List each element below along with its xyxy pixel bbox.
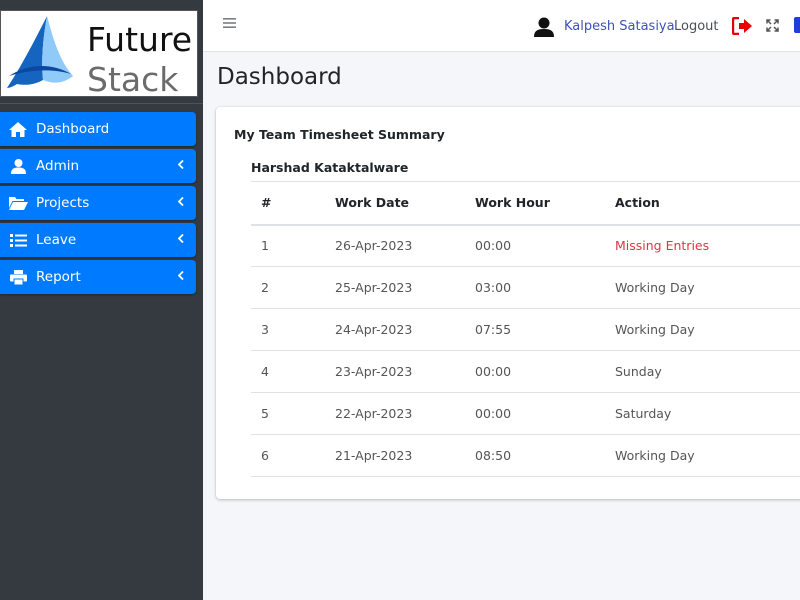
sidebar-divider [0, 103, 203, 104]
sidebar-item-admin[interactable]: Admin [0, 149, 196, 183]
sidebar-item-leave[interactable]: Leave [0, 223, 196, 257]
fullscreen-icon[interactable] [766, 19, 779, 32]
brand-name-line1: Future [87, 20, 193, 59]
row-action: Working Day [605, 308, 800, 351]
column-header-work-hour: Work Hour [465, 181, 605, 226]
sidebar-item-label: Dashboard [36, 121, 110, 137]
future-stack-logo-icon [7, 16, 73, 88]
row-number: 2 [251, 266, 325, 309]
column-header-number: # [251, 181, 325, 226]
column-header-action: Action [605, 181, 800, 226]
card-title: My Team Timesheet Summary [234, 127, 445, 142]
team-member-name: Harshad Kataktalware [251, 160, 409, 175]
table-row: 4 23-Apr-2023 00:00 Sunday [251, 350, 800, 393]
sidebar-item-label: Admin [36, 158, 80, 174]
row-work-hour: 00:00 [465, 224, 605, 267]
row-number: 4 [251, 350, 325, 393]
sidebar-item-projects[interactable]: Projects [0, 186, 196, 220]
sidebar: Future Stack Dashboard Admin Projects Le… [0, 0, 203, 600]
table-row: 1 26-Apr-2023 00:00 Missing Entries [251, 224, 800, 267]
sidebar-nav: Dashboard Admin Projects Leave Report [0, 112, 196, 297]
sidebar-item-label: Leave [36, 232, 77, 248]
row-number: 3 [251, 308, 325, 351]
brand-logo[interactable]: Future Stack [0, 10, 198, 97]
table-header-row: # Work Date Work Hour Action [251, 181, 800, 226]
row-work-date: 21-Apr-2023 [325, 434, 465, 477]
row-work-hour: 00:00 [465, 392, 605, 435]
print-icon [0, 269, 36, 285]
sidebar-item-report[interactable]: Report [0, 260, 196, 294]
row-action: Working Day [605, 434, 800, 477]
sidebar-item-dashboard[interactable]: Dashboard [0, 112, 196, 146]
logout-link[interactable]: Logout [674, 19, 719, 34]
hamburger-menu-icon[interactable] [223, 17, 236, 29]
timesheet-table: # Work Date Work Hour Action 1 26-Apr-20… [251, 181, 800, 477]
top-navbar: Kalpesh Satasiya Logout [203, 0, 800, 52]
sidebar-item-label: Report [36, 269, 81, 285]
row-action: Working Day [605, 266, 800, 309]
row-work-hour: 07:55 [465, 308, 605, 351]
list-icon [0, 233, 36, 247]
folder-open-icon [0, 196, 36, 210]
row-work-hour: 03:00 [465, 266, 605, 309]
sidebar-item-label: Projects [36, 195, 90, 211]
row-action-missing-entries: Missing Entries [605, 224, 800, 267]
row-work-date: 22-Apr-2023 [325, 392, 465, 435]
row-work-hour: 08:50 [465, 434, 605, 477]
chevron-left-icon [178, 197, 184, 206]
home-icon [0, 121, 36, 137]
row-work-date: 23-Apr-2023 [325, 350, 465, 393]
table-row: 2 25-Apr-2023 03:00 Working Day [251, 266, 800, 309]
chevron-left-icon [178, 234, 184, 243]
row-work-hour: 00:00 [465, 350, 605, 393]
timesheet-summary-card: My Team Timesheet Summary Harshad Katakt… [216, 107, 800, 499]
brand-name-line2: Stack [87, 60, 179, 97]
row-action: Saturday [605, 392, 800, 435]
table-row: 5 22-Apr-2023 00:00 Saturday [251, 392, 800, 435]
row-number: 6 [251, 434, 325, 477]
sign-out-icon[interactable] [732, 17, 753, 35]
chevron-left-icon [178, 271, 184, 280]
table-row: 6 21-Apr-2023 08:50 Working Day [251, 434, 800, 477]
row-action: Sunday [605, 350, 800, 393]
chevron-left-icon [178, 160, 184, 169]
user-icon [0, 158, 36, 174]
table-row: 3 24-Apr-2023 07:55 Working Day [251, 308, 800, 351]
page-title: Dashboard [217, 64, 342, 90]
row-work-date: 25-Apr-2023 [325, 266, 465, 309]
user-name-link[interactable]: Kalpesh Satasiya [564, 19, 675, 34]
row-number: 1 [251, 224, 325, 267]
apps-icon[interactable] [794, 17, 800, 33]
user-avatar-icon [534, 17, 554, 37]
row-number: 5 [251, 392, 325, 435]
row-work-date: 26-Apr-2023 [325, 224, 465, 267]
column-header-work-date: Work Date [325, 181, 465, 226]
row-work-date: 24-Apr-2023 [325, 308, 465, 351]
